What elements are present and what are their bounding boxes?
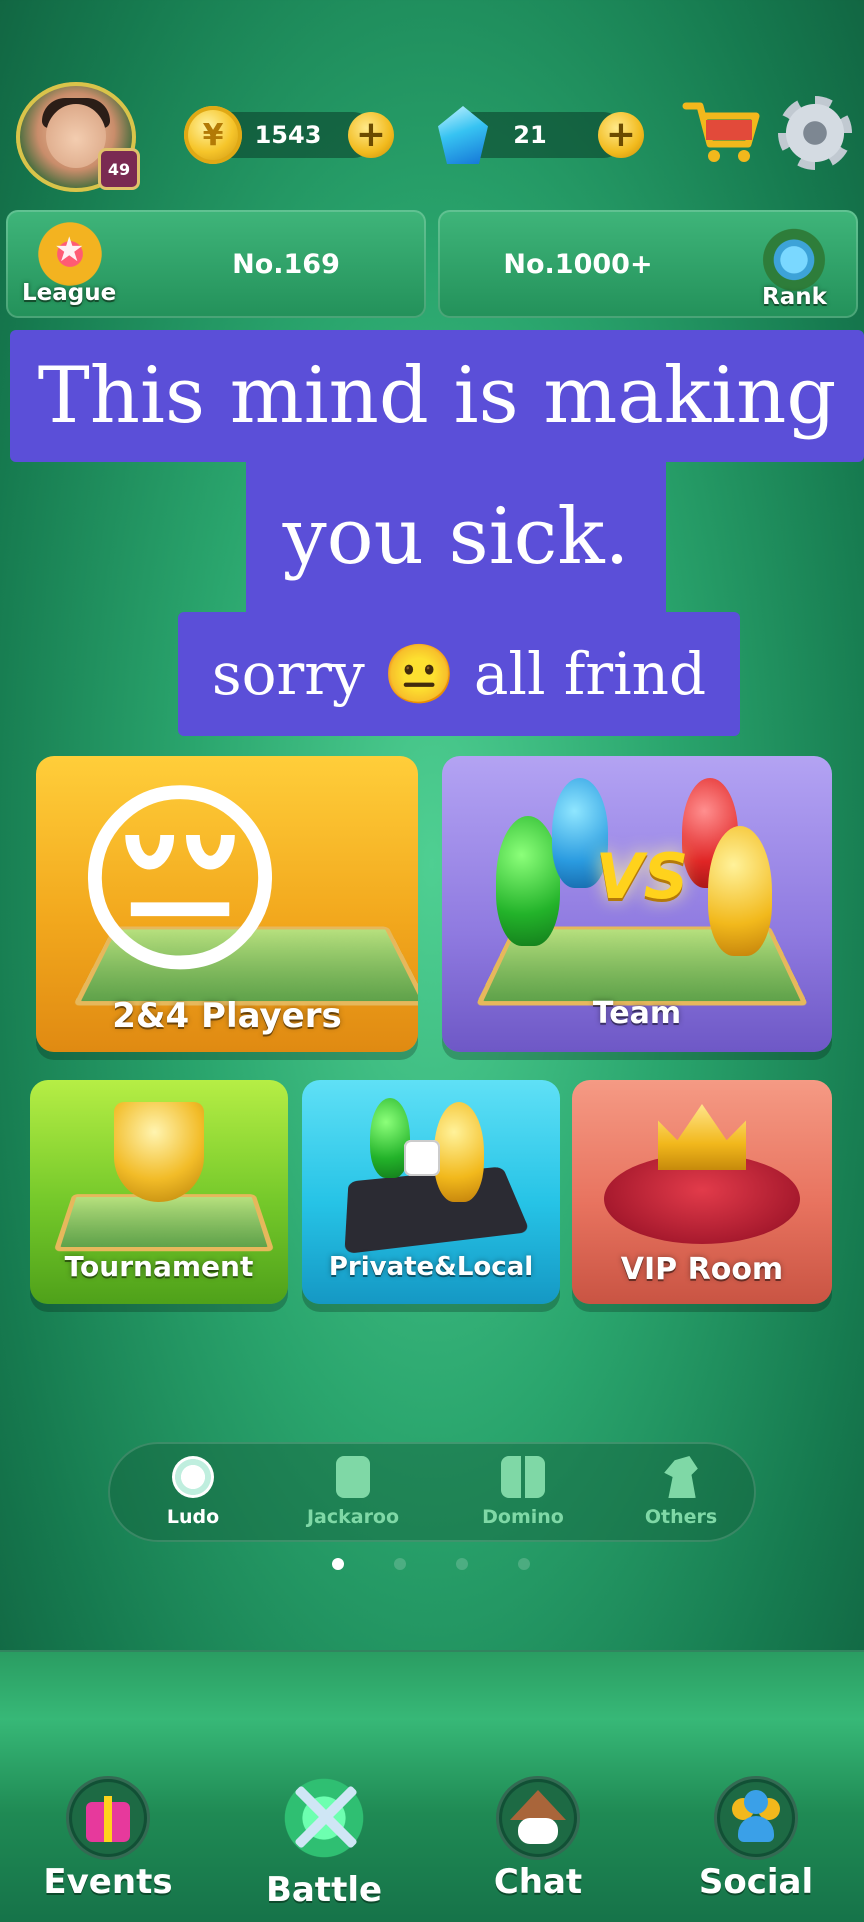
nav-chat[interactable]: Chat bbox=[448, 1776, 628, 1902]
add-gems-button[interactable]: + bbox=[598, 112, 644, 158]
team-label: Team bbox=[592, 996, 682, 1031]
caption-text-1: This mind is making bbox=[37, 351, 837, 441]
private-local-label: Private&Local bbox=[328, 1252, 534, 1282]
chat-house-icon bbox=[496, 1776, 580, 1860]
switcher-item-ludo[interactable]: Ludo bbox=[128, 1456, 258, 1528]
horse-icon bbox=[664, 1456, 698, 1498]
nav-battle[interactable]: Battle bbox=[234, 1768, 414, 1910]
league-position: No.169 bbox=[232, 248, 340, 280]
trophy-cup-icon bbox=[114, 1102, 204, 1202]
switcher-item-jackaroo[interactable]: Jackaroo bbox=[288, 1456, 418, 1528]
nav-label-social: Social bbox=[698, 1862, 814, 1902]
rank-position: No.1000+ bbox=[503, 248, 653, 280]
game-switcher: Ludo Jackaroo Domino Others bbox=[108, 1442, 756, 1542]
switcher-label-domino: Domino bbox=[482, 1506, 564, 1528]
jackaroo-cards-icon bbox=[336, 1456, 370, 1498]
caption-line-3: sorry 😐 all frind bbox=[178, 612, 740, 736]
coin-icon: ¥ bbox=[184, 106, 242, 164]
nav-events[interactable]: Events bbox=[18, 1776, 198, 1902]
switcher-label-ludo: Ludo bbox=[166, 1506, 220, 1528]
league-trophy-icon: ★ bbox=[16, 210, 124, 290]
switcher-item-domino[interactable]: Domino bbox=[458, 1456, 588, 1528]
rank-label: Rank bbox=[762, 284, 827, 310]
level-badge: 49 bbox=[98, 148, 140, 190]
settings-gear-icon[interactable] bbox=[778, 96, 852, 170]
mode-card-vip-room[interactable]: VIP Room bbox=[572, 1080, 832, 1304]
mode-card-tournament[interactable]: Tournament bbox=[30, 1080, 288, 1304]
gem-count: 21 bbox=[513, 121, 547, 149]
nav-label-battle: Battle bbox=[265, 1870, 383, 1910]
mode-card-team[interactable]: VS Team bbox=[442, 756, 832, 1052]
gift-box-icon bbox=[66, 1776, 150, 1860]
shopping-cart-icon[interactable] bbox=[682, 98, 762, 168]
ludo-icon bbox=[172, 1456, 214, 1498]
page-indicator-dot-3 bbox=[456, 1558, 468, 1570]
caption-text-2: you sick. bbox=[282, 492, 630, 582]
vs-emblem: VS bbox=[595, 840, 689, 913]
tournament-board-image bbox=[53, 1194, 275, 1252]
crown-icon bbox=[658, 1104, 746, 1170]
league-label: League bbox=[22, 280, 117, 306]
switcher-label-jackaroo: Jackaroo bbox=[306, 1506, 400, 1528]
switcher-label-others: Others bbox=[644, 1506, 718, 1528]
caption-text-3: sorry 😐 all frind bbox=[211, 639, 707, 708]
dice-icon bbox=[404, 1140, 440, 1176]
pensive-face-emoji-sticker: 😔 bbox=[70, 759, 290, 1004]
green-pawn bbox=[496, 816, 560, 946]
coin-count: 1543 bbox=[254, 121, 322, 149]
mode-card-private-local[interactable]: Private&Local bbox=[302, 1080, 560, 1304]
page-indicator-dot-2 bbox=[394, 1558, 406, 1570]
tournament-label: Tournament bbox=[64, 1250, 254, 1283]
vip-room-label: VIP Room bbox=[620, 1252, 784, 1287]
nav-social[interactable]: Social bbox=[666, 1776, 846, 1902]
people-icon bbox=[714, 1776, 798, 1860]
avatar-face bbox=[46, 104, 106, 168]
yellow-pawn bbox=[708, 826, 772, 956]
switcher-item-others[interactable]: Others bbox=[616, 1456, 746, 1528]
page-indicator-dot-1 bbox=[332, 1558, 344, 1570]
domino-icon bbox=[501, 1456, 545, 1498]
crossed-swords-icon bbox=[274, 1768, 374, 1868]
nav-label-events: Events bbox=[43, 1862, 173, 1902]
yellow-pawn-small bbox=[434, 1102, 484, 1202]
nav-label-chat: Chat bbox=[493, 1862, 583, 1902]
add-coins-button[interactable]: + bbox=[348, 112, 394, 158]
caption-line-2: you sick. bbox=[246, 462, 666, 612]
page-indicator-dot-4 bbox=[518, 1558, 530, 1570]
caption-line-1: This mind is making bbox=[10, 330, 864, 462]
